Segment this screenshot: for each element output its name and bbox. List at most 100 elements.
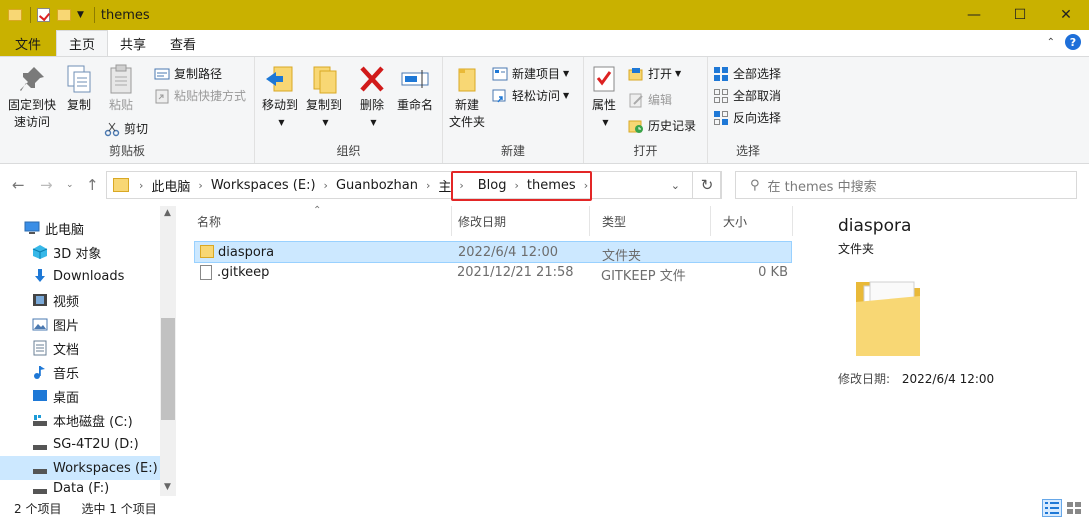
dropdown-arrow-icon: ▼ — [563, 69, 570, 78]
minimize-button[interactable]: — — [951, 0, 997, 30]
properties-button[interactable]: 属性 ▼ — [588, 63, 620, 131]
copy-to-icon — [308, 63, 340, 95]
tab-file[interactable]: 文件 — [0, 30, 56, 56]
invert-selection-label: 反向选择 — [733, 111, 782, 125]
invert-selection-button[interactable]: 反向选择 — [713, 109, 781, 126]
delete-button[interactable]: 删除 ▼ — [355, 63, 389, 131]
navigation-pane: 此电脑 3D 对象 Downloads 视频 图片 文档 音乐 桌面 本地磁盘 … — [0, 206, 176, 496]
paste-shortcut-button[interactable]: 粘贴快捷方式 — [154, 87, 246, 104]
select-all-icon — [713, 66, 729, 82]
nav-scrollbar[interactable]: ▲ ▼ — [160, 206, 176, 496]
scroll-thumb[interactable] — [161, 318, 175, 420]
new-item-button[interactable]: 新建项目 ▼ — [492, 65, 569, 82]
back-arrow-icon[interactable]: ← — [12, 176, 25, 194]
breadcrumb-item[interactable]: Guanbozhan — [332, 178, 422, 193]
open-label: 打开 — [648, 67, 673, 81]
search-box[interactable]: ⚲ 在 themes 中搜索 — [735, 171, 1077, 199]
properties-check-icon[interactable] — [37, 8, 51, 22]
document-icon — [32, 340, 48, 356]
modified-label: 修改日期: — [838, 372, 891, 386]
nav-item-videos[interactable]: 视频 — [0, 288, 160, 312]
ribbon-tabs: 文件 主页 共享 查看 ⌃ ? — [0, 30, 1089, 56]
select-none-button[interactable]: 全部取消 — [713, 87, 781, 104]
select-all-button[interactable]: 全部选择 — [713, 65, 781, 82]
forward-arrow-icon[interactable]: → — [40, 176, 53, 194]
new-folder-icon — [451, 63, 483, 95]
copy-path-button[interactable]: 复制路径 — [154, 65, 222, 82]
new-group-label: 新建 — [500, 144, 525, 158]
nav-item-drive-d[interactable]: SG-4T2U (D:) — [0, 432, 160, 456]
cut-button[interactable]: 剪切 — [104, 120, 148, 137]
select-all-label: 全部选择 — [733, 67, 782, 81]
sort-ascending-icon: ⌃ — [313, 205, 322, 216]
rename-button[interactable]: 重命名 — [393, 63, 437, 114]
pin-quick-access-button[interactable]: 固定到快 速访问 — [6, 63, 58, 131]
desktop-icon — [32, 388, 48, 404]
help-icon[interactable]: ? — [1065, 34, 1081, 50]
move-to-button[interactable]: 移动到 ▼ — [259, 63, 301, 131]
move-to-label: 移动到 — [261, 98, 298, 112]
address-history-icon[interactable]: ⌄ — [671, 179, 680, 192]
nav-item-label: 桌面 — [53, 390, 80, 406]
column-header-modified[interactable]: 修改日期 — [446, 206, 590, 236]
new-folder-button[interactable]: 新建 文件夹 — [447, 63, 487, 131]
nav-item-desktop[interactable]: 桌面 — [0, 384, 160, 408]
new-folder-label-line2: 文件夹 — [448, 115, 485, 129]
select-group: 全部选择 全部取消 反向选择 选择 — [708, 57, 788, 163]
scroll-up-icon[interactable]: ▲ — [164, 208, 171, 218]
column-header-name[interactable]: 名称 ⌃ — [185, 205, 452, 236]
scroll-down-icon[interactable]: ▼ — [164, 482, 171, 492]
history-label: 历史记录 — [648, 119, 697, 133]
column-header-type[interactable]: 类型 — [590, 206, 711, 236]
nav-item-3d-objects[interactable]: 3D 对象 — [0, 240, 160, 264]
up-arrow-icon[interactable]: ↑ — [86, 176, 99, 194]
file-modified: 2021/12/21 21:58 — [457, 265, 574, 280]
paste-button[interactable]: 粘贴 — [104, 63, 138, 114]
nav-item-downloads[interactable]: Downloads — [0, 264, 160, 288]
customize-quick-access-icon[interactable]: ▼ — [77, 10, 84, 20]
easy-access-button[interactable]: 轻松访问 ▼ — [492, 87, 569, 104]
paste-shortcut-label: 粘贴快捷方式 — [174, 89, 247, 103]
breadcrumb-item[interactable]: 此电脑 — [147, 176, 194, 195]
address-bar[interactable]: › 此电脑 › Workspaces (E:) › Guanbozhan › 主… — [106, 171, 721, 201]
nav-item-documents[interactable]: 文档 — [0, 336, 160, 360]
column-label: 类型 — [602, 214, 627, 229]
nav-item-local-disk-c[interactable]: 本地磁盘 (C:) — [0, 408, 160, 432]
refresh-button[interactable]: ↻ — [692, 171, 722, 199]
large-icons-view-icon[interactable] — [1064, 499, 1084, 517]
edit-button[interactable]: 编辑 — [628, 91, 672, 108]
nav-item-drive-e[interactable]: Workspaces (E:) — [0, 456, 160, 480]
paste-icon — [105, 63, 137, 95]
nav-item-label: 3D 对象 — [53, 246, 102, 262]
close-button[interactable]: ✕ — [1043, 0, 1089, 30]
highlight-box — [451, 171, 592, 201]
tab-home[interactable]: 主页 — [56, 30, 109, 56]
title-bar: ▼ themes — ☐ ✕ — [0, 0, 1089, 30]
table-row[interactable]: .gitkeep 2021/12/21 21:58 GITKEEP 文件 0 K… — [194, 262, 792, 284]
copy-to-button[interactable]: 复制到 ▼ — [303, 63, 345, 131]
history-button[interactable]: 历史记录 — [628, 117, 696, 134]
nav-item-drive-f[interactable]: Data (F:) — [0, 480, 160, 496]
nav-item-pictures[interactable]: 图片 — [0, 312, 160, 336]
new-folder-icon[interactable] — [57, 8, 71, 22]
nav-item-this-pc[interactable]: 此电脑 — [0, 216, 160, 240]
details-view-icon[interactable] — [1042, 499, 1062, 517]
folder-icon — [200, 245, 214, 258]
pin-label-line2: 速访问 — [13, 115, 50, 129]
ribbon-collapse-icon[interactable]: ⌃ — [1047, 37, 1055, 48]
table-row[interactable]: diaspora 2022/6/4 12:00 文件夹 — [194, 241, 792, 264]
pin-icon — [16, 63, 48, 95]
paste-shortcut-icon — [154, 88, 170, 104]
new-folder-label-line1: 新建 — [454, 98, 479, 112]
breadcrumb-item[interactable]: Workspaces (E:) — [207, 178, 320, 193]
recent-locations-icon[interactable]: ⌄ — [66, 180, 74, 190]
tab-share[interactable]: 共享 — [108, 30, 158, 56]
copy-button[interactable]: 复制 — [62, 63, 96, 114]
select-group-label: 选择 — [735, 144, 760, 158]
maximize-button[interactable]: ☐ — [997, 0, 1043, 30]
open-button[interactable]: 打开 ▼ — [628, 65, 681, 82]
tab-view[interactable]: 查看 — [158, 30, 208, 56]
column-header-size[interactable]: 大小 — [711, 206, 793, 236]
nav-item-music[interactable]: 音乐 — [0, 360, 160, 384]
scissors-icon — [104, 121, 120, 137]
